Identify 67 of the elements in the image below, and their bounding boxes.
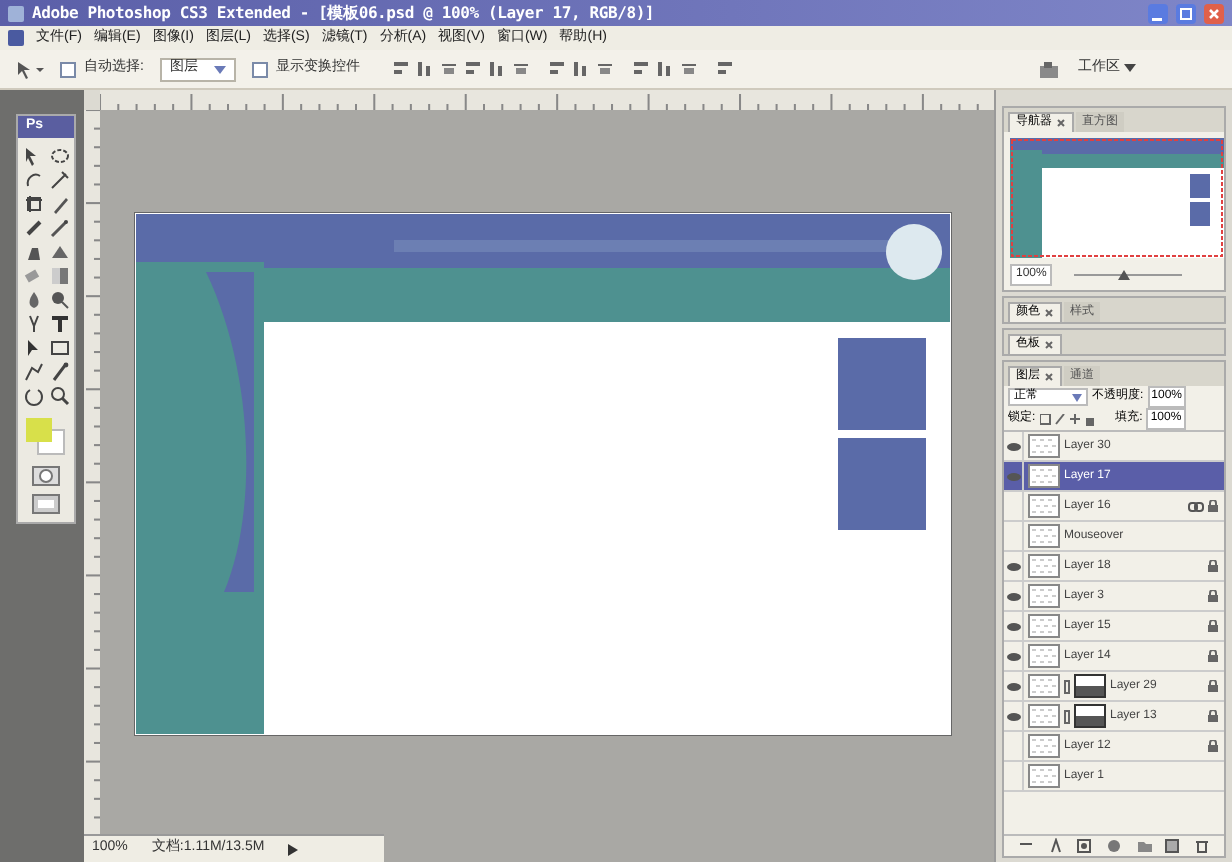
tool-icon[interactable] xyxy=(49,217,69,237)
align-icon[interactable] xyxy=(415,60,434,78)
tool-icon[interactable] xyxy=(49,169,69,189)
color-swatches-icon[interactable] xyxy=(22,413,70,457)
align-icon[interactable] xyxy=(547,60,566,78)
close-icon[interactable] xyxy=(1044,340,1054,350)
align-icon[interactable] xyxy=(655,60,674,78)
layer-thumbnail xyxy=(1028,494,1060,518)
align-icon[interactable] xyxy=(571,60,590,78)
eye-icon[interactable] xyxy=(1005,621,1021,631)
layer-thumbnail xyxy=(1028,734,1060,758)
close-icon[interactable] xyxy=(1204,3,1224,23)
layer-thumbnail xyxy=(1028,434,1060,458)
eye-icon[interactable] xyxy=(1005,441,1021,451)
align-icon[interactable] xyxy=(595,60,614,78)
layer-thumbnail xyxy=(1028,674,1060,698)
screen-mode-icon[interactable] xyxy=(32,493,60,513)
close-icon[interactable] xyxy=(1056,118,1066,128)
auto-select-checkbox[interactable] xyxy=(60,61,76,77)
align-icon[interactable] xyxy=(715,60,734,78)
minimize-icon[interactable] xyxy=(1148,3,1168,23)
align-icon[interactable] xyxy=(391,60,410,78)
eye-icon[interactable] xyxy=(1005,591,1021,601)
app-icon xyxy=(8,5,24,21)
align-icon[interactable] xyxy=(511,60,530,78)
tool-icon[interactable] xyxy=(49,313,69,333)
play-arrow-icon[interactable] xyxy=(288,843,299,855)
layer-thumbnail xyxy=(1028,464,1060,488)
layer-thumbnail xyxy=(1028,554,1060,578)
layer-thumbnail xyxy=(1028,644,1060,668)
layer-thumbnail xyxy=(1028,524,1060,548)
maximize-icon[interactable] xyxy=(1176,3,1196,23)
layer-action-icon[interactable] xyxy=(1047,838,1064,854)
layer-thumbnail xyxy=(1028,704,1060,728)
mask-thumbnail xyxy=(1074,704,1106,728)
eye-icon[interactable] xyxy=(1005,681,1021,691)
close-icon[interactable] xyxy=(1044,372,1054,382)
show-transform-checkbox[interactable] xyxy=(251,61,268,77)
tool-icon[interactable] xyxy=(23,313,43,333)
layer-thumbnail xyxy=(1028,614,1060,638)
layer-action-icon[interactable] xyxy=(1076,838,1093,854)
close-icon[interactable] xyxy=(1044,308,1054,318)
layer-thumbnail xyxy=(1028,764,1060,788)
align-icon[interactable] xyxy=(679,60,698,78)
dropdown-arrow-icon xyxy=(213,63,226,75)
align-icon[interactable] xyxy=(631,60,650,78)
tool-icon[interactable] xyxy=(23,193,43,213)
lock-options-icon[interactable] xyxy=(1039,413,1096,425)
eye-icon[interactable] xyxy=(1005,561,1021,571)
ruler-origin xyxy=(84,90,100,110)
move-tool-icon[interactable] xyxy=(16,59,44,79)
align-icon[interactable] xyxy=(463,60,482,78)
window-title: Adobe Photoshop CS3 Extended - [模板06.psd @ 100% (Layer 17, RGB/8)] xyxy=(32,1,655,25)
layer-action-icon[interactable] xyxy=(1193,838,1210,854)
eye-icon[interactable] xyxy=(1005,651,1021,661)
align-icon[interactable] xyxy=(439,60,458,78)
quick-mask-icon[interactable] xyxy=(32,465,60,485)
eye-icon[interactable] xyxy=(1005,711,1021,721)
mask-thumbnail xyxy=(1074,674,1106,698)
layer-thumbnail xyxy=(1028,584,1060,608)
tool-icon[interactable] xyxy=(49,289,69,309)
tool-icon[interactable] xyxy=(49,361,69,381)
slider-thumb[interactable] xyxy=(1117,269,1130,279)
dropdown-arrow-icon xyxy=(1072,393,1082,401)
tool-icon[interactable] xyxy=(49,385,69,405)
dropdown-arrow-icon xyxy=(1124,64,1136,74)
align-icon[interactable] xyxy=(487,60,506,78)
